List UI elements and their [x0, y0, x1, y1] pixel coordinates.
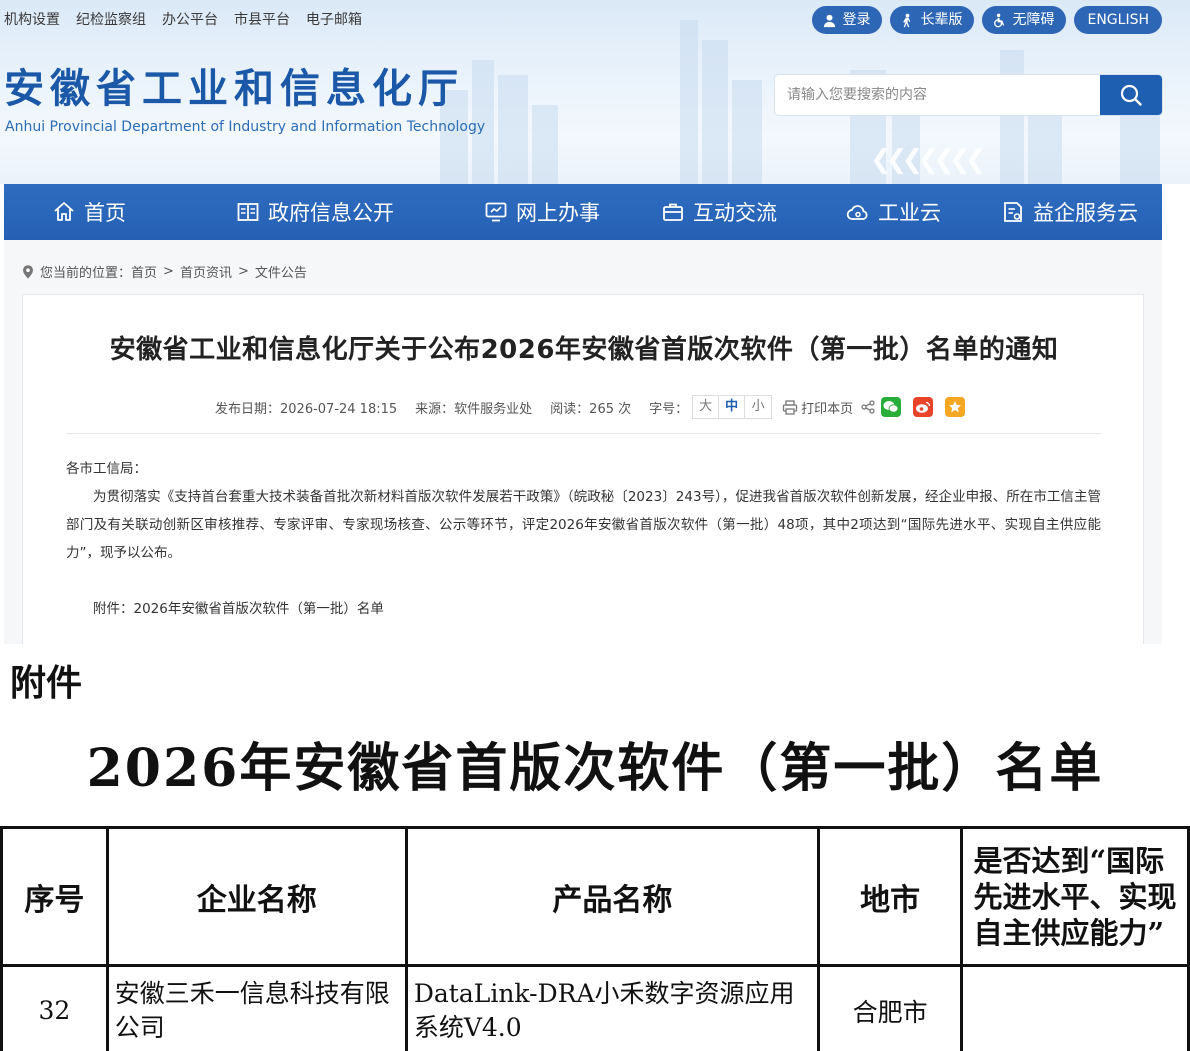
top-links: 机构设置 纪检监察组 办公平台 市县平台 电子邮箱 — [4, 10, 378, 30]
article-source: 来源：软件服务业处 — [415, 401, 533, 417]
article-panel: 安徽省工业和信息化厅关于公布2026年安徽省首版次软件（第一批）名单的通知 发布… — [22, 294, 1144, 644]
nav-item-label: 政府信息公开 — [268, 201, 394, 225]
nav-item-online-service[interactable]: 网上办事 — [484, 184, 600, 240]
font-size-large[interactable]: 大 — [693, 396, 720, 418]
wechat-icon — [883, 401, 899, 413]
location-pin-icon — [23, 264, 33, 278]
article-body: 各市工信局： 为贯彻落实《支持首台套重大技术装备首批次新材料首版次软件发展若干政… — [66, 455, 1101, 623]
read-count: 阅读：265 次 — [550, 401, 632, 417]
wheelchair-icon — [994, 13, 1005, 27]
cloud-icon — [846, 205, 868, 220]
table-cell: DataLink-DRA小禾数字资源应用系统V4.0 — [404, 964, 820, 1051]
login-button[interactable]: 登录 — [812, 6, 883, 34]
table-header-row: 序号 企业名称 产品名称 地市 是否达到“国际先进水平、实现自主供应能力” — [0, 826, 1190, 967]
salutation: 各市工信局： — [66, 461, 147, 477]
top-buttons: 登录 长辈版 无障碍 ENGLISH — [812, 6, 1162, 34]
top-link-office[interactable]: 办公平台 — [162, 10, 218, 30]
font-size-selector: 大 中 小 — [692, 395, 773, 419]
table-row: 32 安徽三禾一信息科技有限公司 DataLink-DRA小禾数字资源应用系统V… — [0, 964, 1190, 1051]
nav-item-interaction[interactable]: 互动交流 — [661, 184, 777, 240]
english-label: ENGLISH — [1087, 12, 1149, 28]
print-label[interactable]: 打印本页 — [801, 398, 853, 417]
breadcrumb-separator: > — [237, 264, 249, 279]
nav-item-label: 益企服务云 — [1033, 201, 1138, 225]
elder-icon — [903, 13, 911, 27]
breadcrumb: 您当前的位置： 首页 > 首页资讯 > 文件公告 — [22, 262, 307, 281]
column-header: 产品名称 — [404, 826, 820, 967]
breadcrumb-home[interactable]: 首页 — [131, 262, 157, 281]
top-link-org[interactable]: 机构设置 — [4, 10, 60, 30]
nav-item-label: 互动交流 — [693, 201, 777, 225]
chevron-decoration: ❮❮❮❮❮❮❮ — [870, 145, 986, 175]
elder-mode-label: 长辈版 — [920, 12, 963, 28]
nav-item-label: 首页 — [84, 201, 126, 225]
main-nav: 首页 政府信息公开 网上办事 互动交流 工业云 益企服务云 — [4, 184, 1162, 240]
nav-item-label: 工业云 — [878, 201, 941, 225]
column-header: 是否达到“国际先进水平、实现自主供应能力” — [960, 826, 1190, 967]
column-header: 企业名称 — [105, 826, 408, 967]
breadcrumb-announcements[interactable]: 文件公告 — [255, 262, 307, 281]
star-icon — [949, 401, 962, 413]
monitor-icon — [485, 202, 507, 222]
search-button[interactable] — [1100, 75, 1162, 115]
nav-item-enterprise-cloud[interactable]: 益企服务云 — [1001, 184, 1138, 240]
top-link-email[interactable]: 电子邮箱 — [306, 10, 362, 30]
publish-date: 发布日期：2026-07-24 18:15 — [215, 401, 398, 417]
breadcrumb-news[interactable]: 首页资讯 — [180, 262, 232, 281]
english-button[interactable]: ENGLISH — [1074, 6, 1162, 34]
meta-divider — [66, 433, 1101, 434]
home-icon — [54, 202, 74, 221]
search-box — [775, 75, 1162, 115]
article-paragraph: 为贯彻落实《支持首台套重大技术装备首批次新材料首版次软件发展若干政策》（皖政秘〔… — [66, 489, 1101, 561]
user-icon — [824, 14, 836, 27]
site-title: 安徽省工业和信息化厅 — [4, 65, 464, 112]
nav-item-industry-cloud[interactable]: 工业云 — [846, 184, 941, 240]
briefcase-icon — [663, 203, 683, 221]
breadcrumb-prefix: 您当前的位置： — [40, 266, 132, 281]
column-header: 地市 — [816, 826, 964, 967]
attachment-document: 附件 2026年安徽省首版次软件（第一批）名单 序号 企业名称 产品名称 地市 … — [0, 644, 1190, 1051]
software-list-table: 序号 企业名称 产品名称 地市 是否达到“国际先进水平、实现自主供应能力” 32… — [0, 826, 1190, 1051]
column-header: 序号 — [0, 826, 109, 967]
nav-item-gov-info[interactable]: 政府信息公开 — [236, 184, 394, 240]
font-size-label: 字号： — [649, 401, 689, 417]
search-input[interactable] — [775, 75, 1100, 115]
accessibility-button[interactable]: 无障碍 — [982, 6, 1067, 34]
printer-icon[interactable] — [782, 399, 798, 415]
attachment-link[interactable]: 附件：2026年安徽省首版次软件（第一批）名单 — [66, 595, 1101, 623]
breadcrumb-separator: > — [163, 264, 174, 279]
article-title: 安徽省工业和信息化厅关于公布2026年安徽省首版次软件（第一批）名单的通知 — [109, 335, 1059, 365]
share-icon[interactable] — [861, 400, 875, 414]
table-cell: 32 — [0, 964, 109, 1051]
document-title: 2026年安徽省首版次软件（第一批）名单 — [86, 738, 1104, 799]
top-link-county[interactable]: 市县平台 — [234, 10, 290, 30]
favorite-button[interactable] — [945, 397, 966, 417]
wechat-share-button[interactable] — [881, 397, 902, 417]
table-cell: 合肥市 — [816, 964, 964, 1051]
login-label: 登录 — [842, 12, 871, 28]
table-cell — [960, 964, 1190, 1051]
font-size-small[interactable]: 小 — [745, 396, 771, 418]
weibo-icon — [916, 401, 931, 413]
document-icon — [1004, 202, 1022, 222]
site-header: 机构设置 纪检监察组 办公平台 市县平台 电子邮箱 登录 长辈版 无障碍 ENG… — [0, 0, 1190, 184]
top-link-discipline[interactable]: 纪检监察组 — [76, 10, 146, 30]
nav-item-home[interactable]: 首页 — [52, 184, 126, 240]
nav-item-label: 网上办事 — [516, 201, 600, 225]
elder-mode-button[interactable]: 长辈版 — [890, 6, 975, 34]
site-subtitle: Anhui Provincial Department of Industry … — [5, 119, 486, 135]
font-size-medium[interactable]: 中 — [719, 396, 746, 418]
table-cell: 安徽三禾一信息科技有限公司 — [105, 964, 408, 1051]
accessibility-label: 无障碍 — [1012, 12, 1055, 28]
document-label: 附件 — [10, 663, 83, 704]
search-icon — [1120, 84, 1142, 106]
book-icon — [237, 203, 259, 221]
article-meta: 发布日期：2026-07-24 18:15 来源：软件服务业处 阅读：265 次… — [215, 395, 966, 419]
weibo-share-button[interactable] — [913, 397, 934, 417]
